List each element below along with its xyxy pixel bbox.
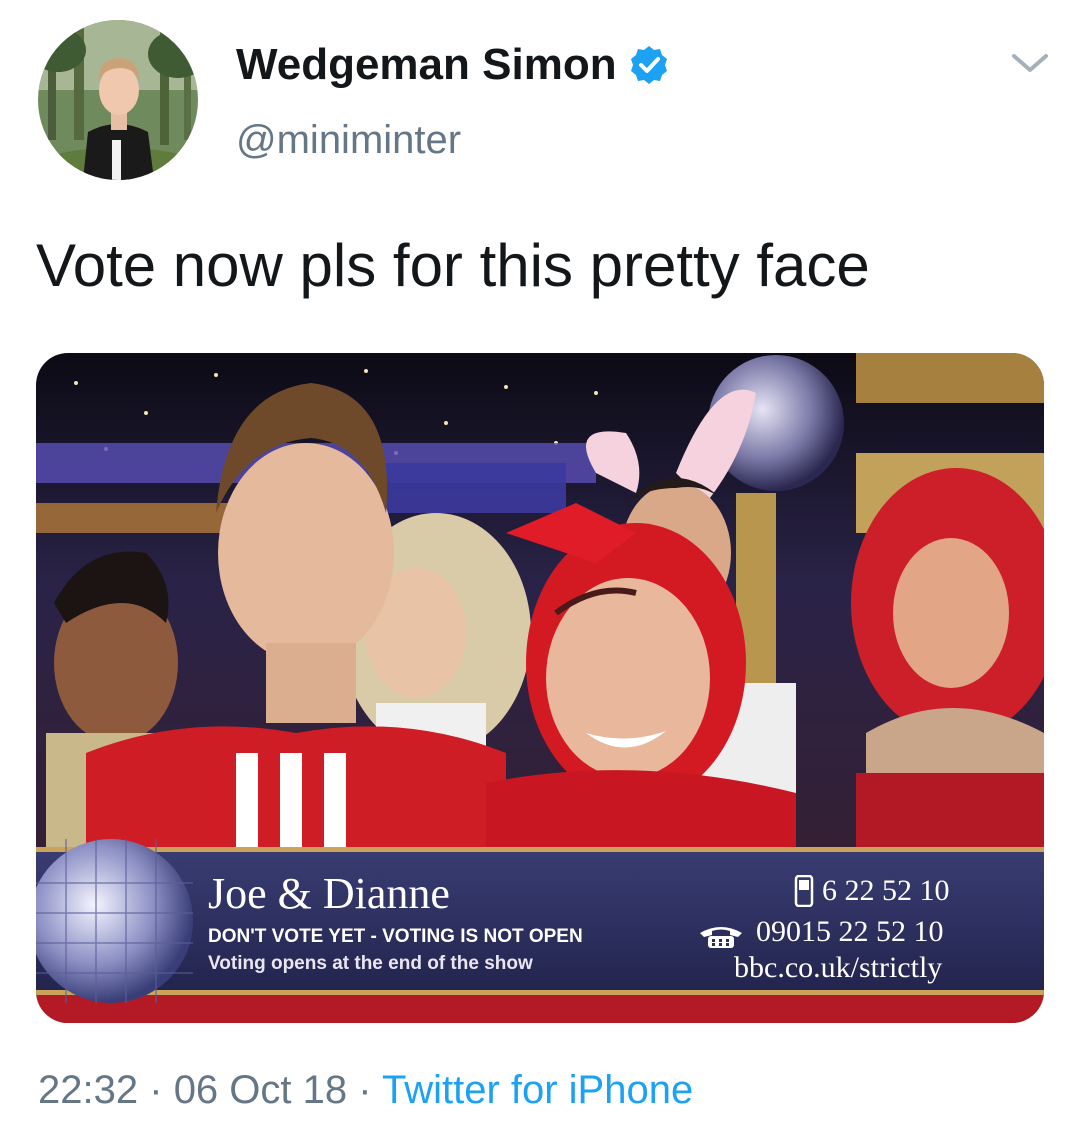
lower-third-voting-opens: Voting opens at the end of the show <box>208 953 533 974</box>
tweet-date: 06 Oct 18 <box>173 1068 348 1112</box>
avatar[interactable] <box>38 20 198 180</box>
verified-badge-icon <box>630 46 667 84</box>
lower-third-landline-number: 09015 22 52 10 <box>756 915 944 948</box>
mobile-phone-icon <box>794 875 814 907</box>
display-name[interactable]: Wedgeman Simon <box>236 38 669 92</box>
lower-third-couple: Joe & Dianne <box>208 869 450 918</box>
telephone-icon <box>700 927 742 948</box>
lower-third-url: bbc.co.uk/strictly <box>734 951 943 984</box>
tweet-source-link[interactable]: Twitter for iPhone <box>382 1068 693 1112</box>
tweet-media[interactable]: Joe & Dianne DON'T VOTE YET - VOTING IS … <box>36 353 1044 1023</box>
meta-separator: · <box>149 1068 163 1112</box>
chevron-down-icon[interactable] <box>1008 46 1052 80</box>
display-name-text: Wedgeman Simon <box>236 40 617 89</box>
tweet-text: Vote now pls for this pretty face <box>36 232 870 299</box>
lower-third-warning: DON'T VOTE YET - VOTING IS NOT OPEN <box>208 926 583 947</box>
avatar-photo <box>38 20 198 180</box>
tweet-meta: 22:32 · 06 Oct 18 · Twitter for iPhone <box>38 1064 693 1116</box>
lower-third-mobile-number: 6 22 52 10 <box>822 874 950 907</box>
meta-separator: · <box>358 1068 372 1112</box>
tweet-time: 22:32 <box>38 1068 139 1112</box>
user-handle[interactable]: @miniminter <box>236 114 461 166</box>
